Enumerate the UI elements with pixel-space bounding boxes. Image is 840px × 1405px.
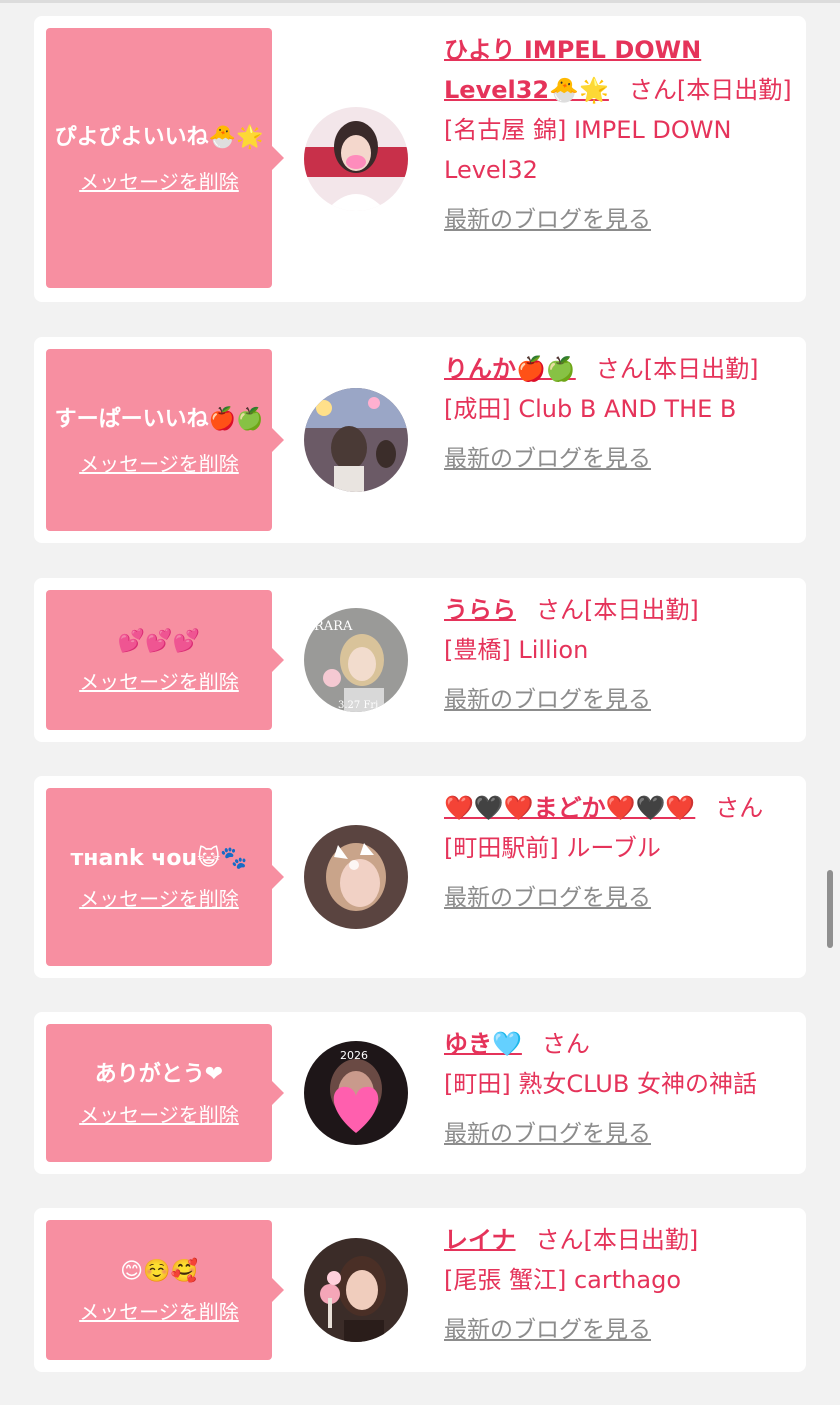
profile-info: レイナ さん[本日出勤] [尾張 蟹江] carthago 最新のブログを見る — [444, 1220, 794, 1350]
latest-blog-link[interactable]: 最新のブログを見る — [444, 878, 651, 918]
message-text: 😊☺️🥰 — [120, 1258, 198, 1284]
message-card: 😊☺️🥰 メッセージを削除 レイナ さん[本日出勤] [尾張 蟹江] cartha… — [34, 1208, 806, 1372]
profile-info: うらら さん[本日出勤] [豊橋] Lillion 最新のブログを見る — [444, 590, 794, 720]
latest-blog-link[interactable]: 最新のブログを見る — [444, 1114, 651, 1154]
delete-message-link[interactable]: メッセージを削除 — [79, 1099, 239, 1128]
avatar-image: RARA 3.27 Fri — [304, 608, 408, 712]
name-suffix: さん — [715, 794, 764, 822]
shop-name: [成田] Club B AND THE B — [444, 395, 737, 423]
avatar[interactable]: RARA 3.27 Fri — [304, 608, 408, 712]
avatar[interactable]: 2026 — [304, 1041, 408, 1145]
message-text: 💕💕💕 — [117, 628, 201, 654]
delete-message-link[interactable]: メッセージを削除 — [79, 883, 239, 912]
message-card: ありがとう❤ メッセージを削除 2026 ゆき🩵 さん [町田] 熟女CLUB 女… — [34, 1012, 806, 1174]
avatar-image — [304, 1238, 408, 1342]
message-bubble: すーぱーいいね🍎🍏 メッセージを削除 — [46, 349, 284, 531]
shop-name: [町田駅前] ルーブル — [444, 834, 661, 862]
avatar-image — [304, 388, 408, 492]
shop-name: [町田] 熟女CLUB 女神の神話 — [444, 1070, 757, 1098]
avatar[interactable] — [304, 825, 408, 929]
message-card: 💕💕💕 メッセージを削除 RARA 3.27 Fri うらら さん[本日出勤] [… — [34, 578, 806, 742]
shop-name: [名古屋 錦] IMPEL DOWN Level32 — [444, 116, 732, 184]
profile-info: ひより IMPEL DOWN Level32🐣🌟 さん[本日出勤] [名古屋 錦]… — [444, 30, 794, 240]
avatar[interactable] — [304, 107, 408, 211]
latest-blog-link[interactable]: 最新のブログを見る — [444, 1310, 651, 1350]
message-card: ぴよぴよいいね🐣🌟 メッセージを削除 ひより IMPEL DOWN Level3… — [34, 16, 806, 302]
scrollbar-thumb[interactable] — [827, 870, 833, 948]
avatar-image: 2026 — [304, 1041, 408, 1145]
latest-blog-link[interactable]: 最新のブログを見る — [444, 200, 651, 240]
name-suffix: さん[本日出勤] — [536, 596, 699, 624]
delete-message-link[interactable]: メッセージを削除 — [79, 448, 239, 477]
delete-message-link[interactable]: メッセージを削除 — [79, 166, 239, 195]
latest-blog-link[interactable]: 最新のブログを見る — [444, 439, 651, 479]
message-text: ありがとう❤ — [94, 1061, 224, 1087]
message-bubble: ありがとう❤ メッセージを削除 — [46, 1024, 284, 1162]
name-suffix: さん — [541, 1030, 590, 1058]
message-text: тнank чou😺🐾 — [70, 845, 248, 871]
name-suffix: さん[本日出勤] — [628, 76, 792, 104]
profile-name-link[interactable]: りんか🍎🍏 — [444, 355, 576, 383]
message-bubble: тнank чou😺🐾 メッセージを削除 — [46, 788, 284, 966]
profile-name-link[interactable]: ❤️🖤❤️まどか❤️🖤❤️ — [444, 794, 695, 822]
message-text: すーぱーいいね🍎🍏 — [54, 406, 264, 432]
profile-name-link[interactable]: うらら — [444, 596, 516, 624]
shop-name: [豊橋] Lillion — [444, 636, 589, 664]
delete-message-link[interactable]: メッセージを削除 — [79, 1296, 239, 1325]
svg-text:3.27 Fri: 3.27 Fri — [338, 700, 378, 711]
avatar-image — [304, 107, 408, 211]
latest-blog-link[interactable]: 最新のブログを見る — [444, 680, 651, 720]
message-bubble: 💕💕💕 メッセージを削除 — [46, 590, 284, 730]
message-bubble: ぴよぴよいいね🐣🌟 メッセージを削除 — [46, 28, 284, 288]
profile-name-link[interactable]: レイナ — [444, 1226, 516, 1254]
message-text: ぴよぴよいいね🐣🌟 — [54, 124, 264, 150]
message-card: すーぱーいいね🍎🍏 メッセージを削除 りんか🍎🍏 さん[本日出勤] [成田] Cl… — [34, 337, 806, 543]
profile-info: りんか🍎🍏 さん[本日出勤] [成田] Club B AND THE B 最新のブ… — [444, 349, 794, 479]
profile-info: ❤️🖤❤️まどか❤️🖤❤️ さん [町田駅前] ルーブル 最新のブログを見る — [444, 788, 794, 918]
shop-name: [尾張 蟹江] carthago — [444, 1266, 681, 1294]
profile-name-link[interactable]: ゆき🩵 — [444, 1030, 522, 1058]
avatar[interactable] — [304, 388, 408, 492]
delete-message-link[interactable]: メッセージを削除 — [79, 666, 239, 695]
top-divider — [0, 0, 840, 3]
name-suffix: さん[本日出勤] — [595, 355, 759, 383]
avatar[interactable] — [304, 1238, 408, 1342]
message-bubble: 😊☺️🥰 メッセージを削除 — [46, 1220, 284, 1360]
name-suffix: さん[本日出勤] — [535, 1226, 699, 1254]
avatar-image — [304, 825, 408, 929]
svg-text:RARA: RARA — [314, 619, 353, 634]
svg-text:2026: 2026 — [340, 1049, 368, 1062]
profile-info: ゆき🩵 さん [町田] 熟女CLUB 女神の神話 最新のブログを見る — [444, 1024, 824, 1154]
message-card: тнank чou😺🐾 メッセージを削除 ❤️🖤❤️まどか❤️🖤❤️ さん [町田… — [34, 776, 806, 978]
